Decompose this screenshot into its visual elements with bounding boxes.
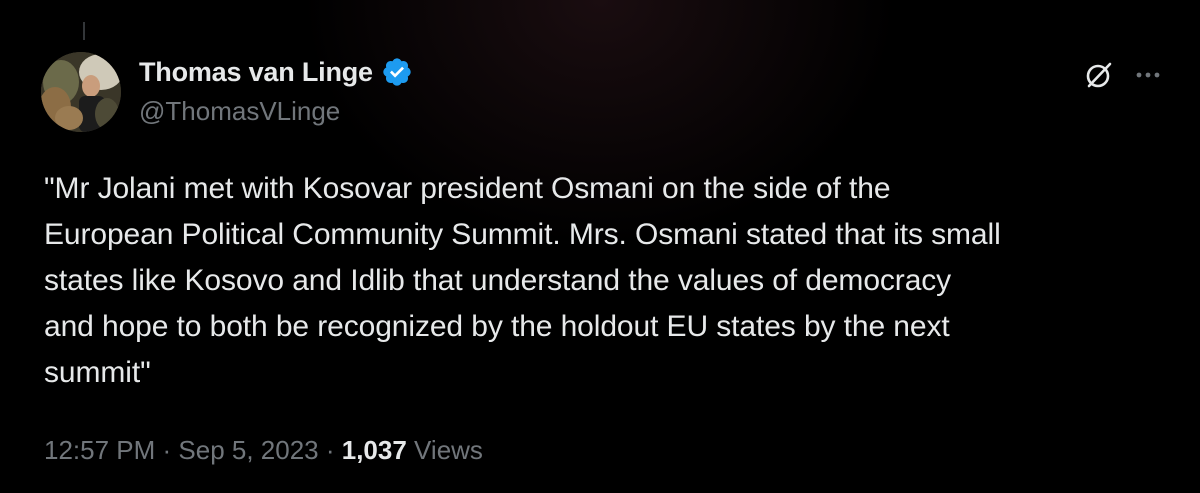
tweet-time[interactable]: 12:57 PM	[44, 435, 155, 466]
avatar-image	[41, 52, 121, 132]
thread-connector-line	[83, 22, 85, 40]
grok-icon[interactable]	[1082, 58, 1116, 92]
tweet-text: "Mr Jolani met with Kosovar president Os…	[44, 172, 1001, 389]
tweet-metadata: 12:57 PM · Sep 5, 2023 · 1,037 Views	[44, 435, 483, 466]
meta-separator: ·	[155, 435, 179, 465]
tweet-container: Thomas van Linge @ThomasVLinge "Mr Jolan…	[0, 0, 1200, 493]
author-handle[interactable]: @ThomasVLinge	[139, 96, 340, 127]
author-name-row: Thomas van Linge	[139, 56, 413, 88]
avatar[interactable]	[41, 52, 121, 132]
meta-separator: ·	[318, 435, 342, 465]
author-display-name[interactable]: Thomas van Linge	[139, 57, 373, 88]
verified-badge-icon[interactable]	[381, 56, 413, 88]
views-label[interactable]: Views	[407, 435, 483, 466]
views-count[interactable]: 1,037	[342, 435, 407, 466]
tweet-date[interactable]: Sep 5, 2023	[178, 435, 318, 466]
more-icon[interactable]	[1131, 58, 1165, 92]
